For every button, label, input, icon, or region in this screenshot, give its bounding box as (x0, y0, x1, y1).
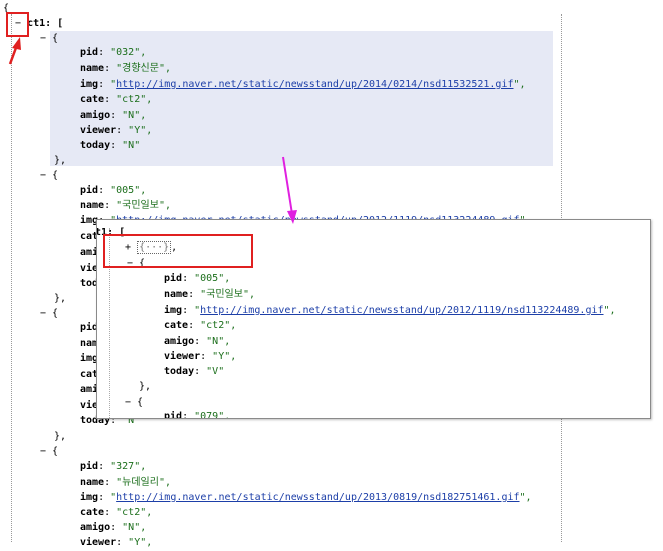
red-arrow-icon (8, 37, 21, 65)
magenta-arrow-icon (282, 156, 297, 224)
annotation-arrows (8, 37, 297, 224)
